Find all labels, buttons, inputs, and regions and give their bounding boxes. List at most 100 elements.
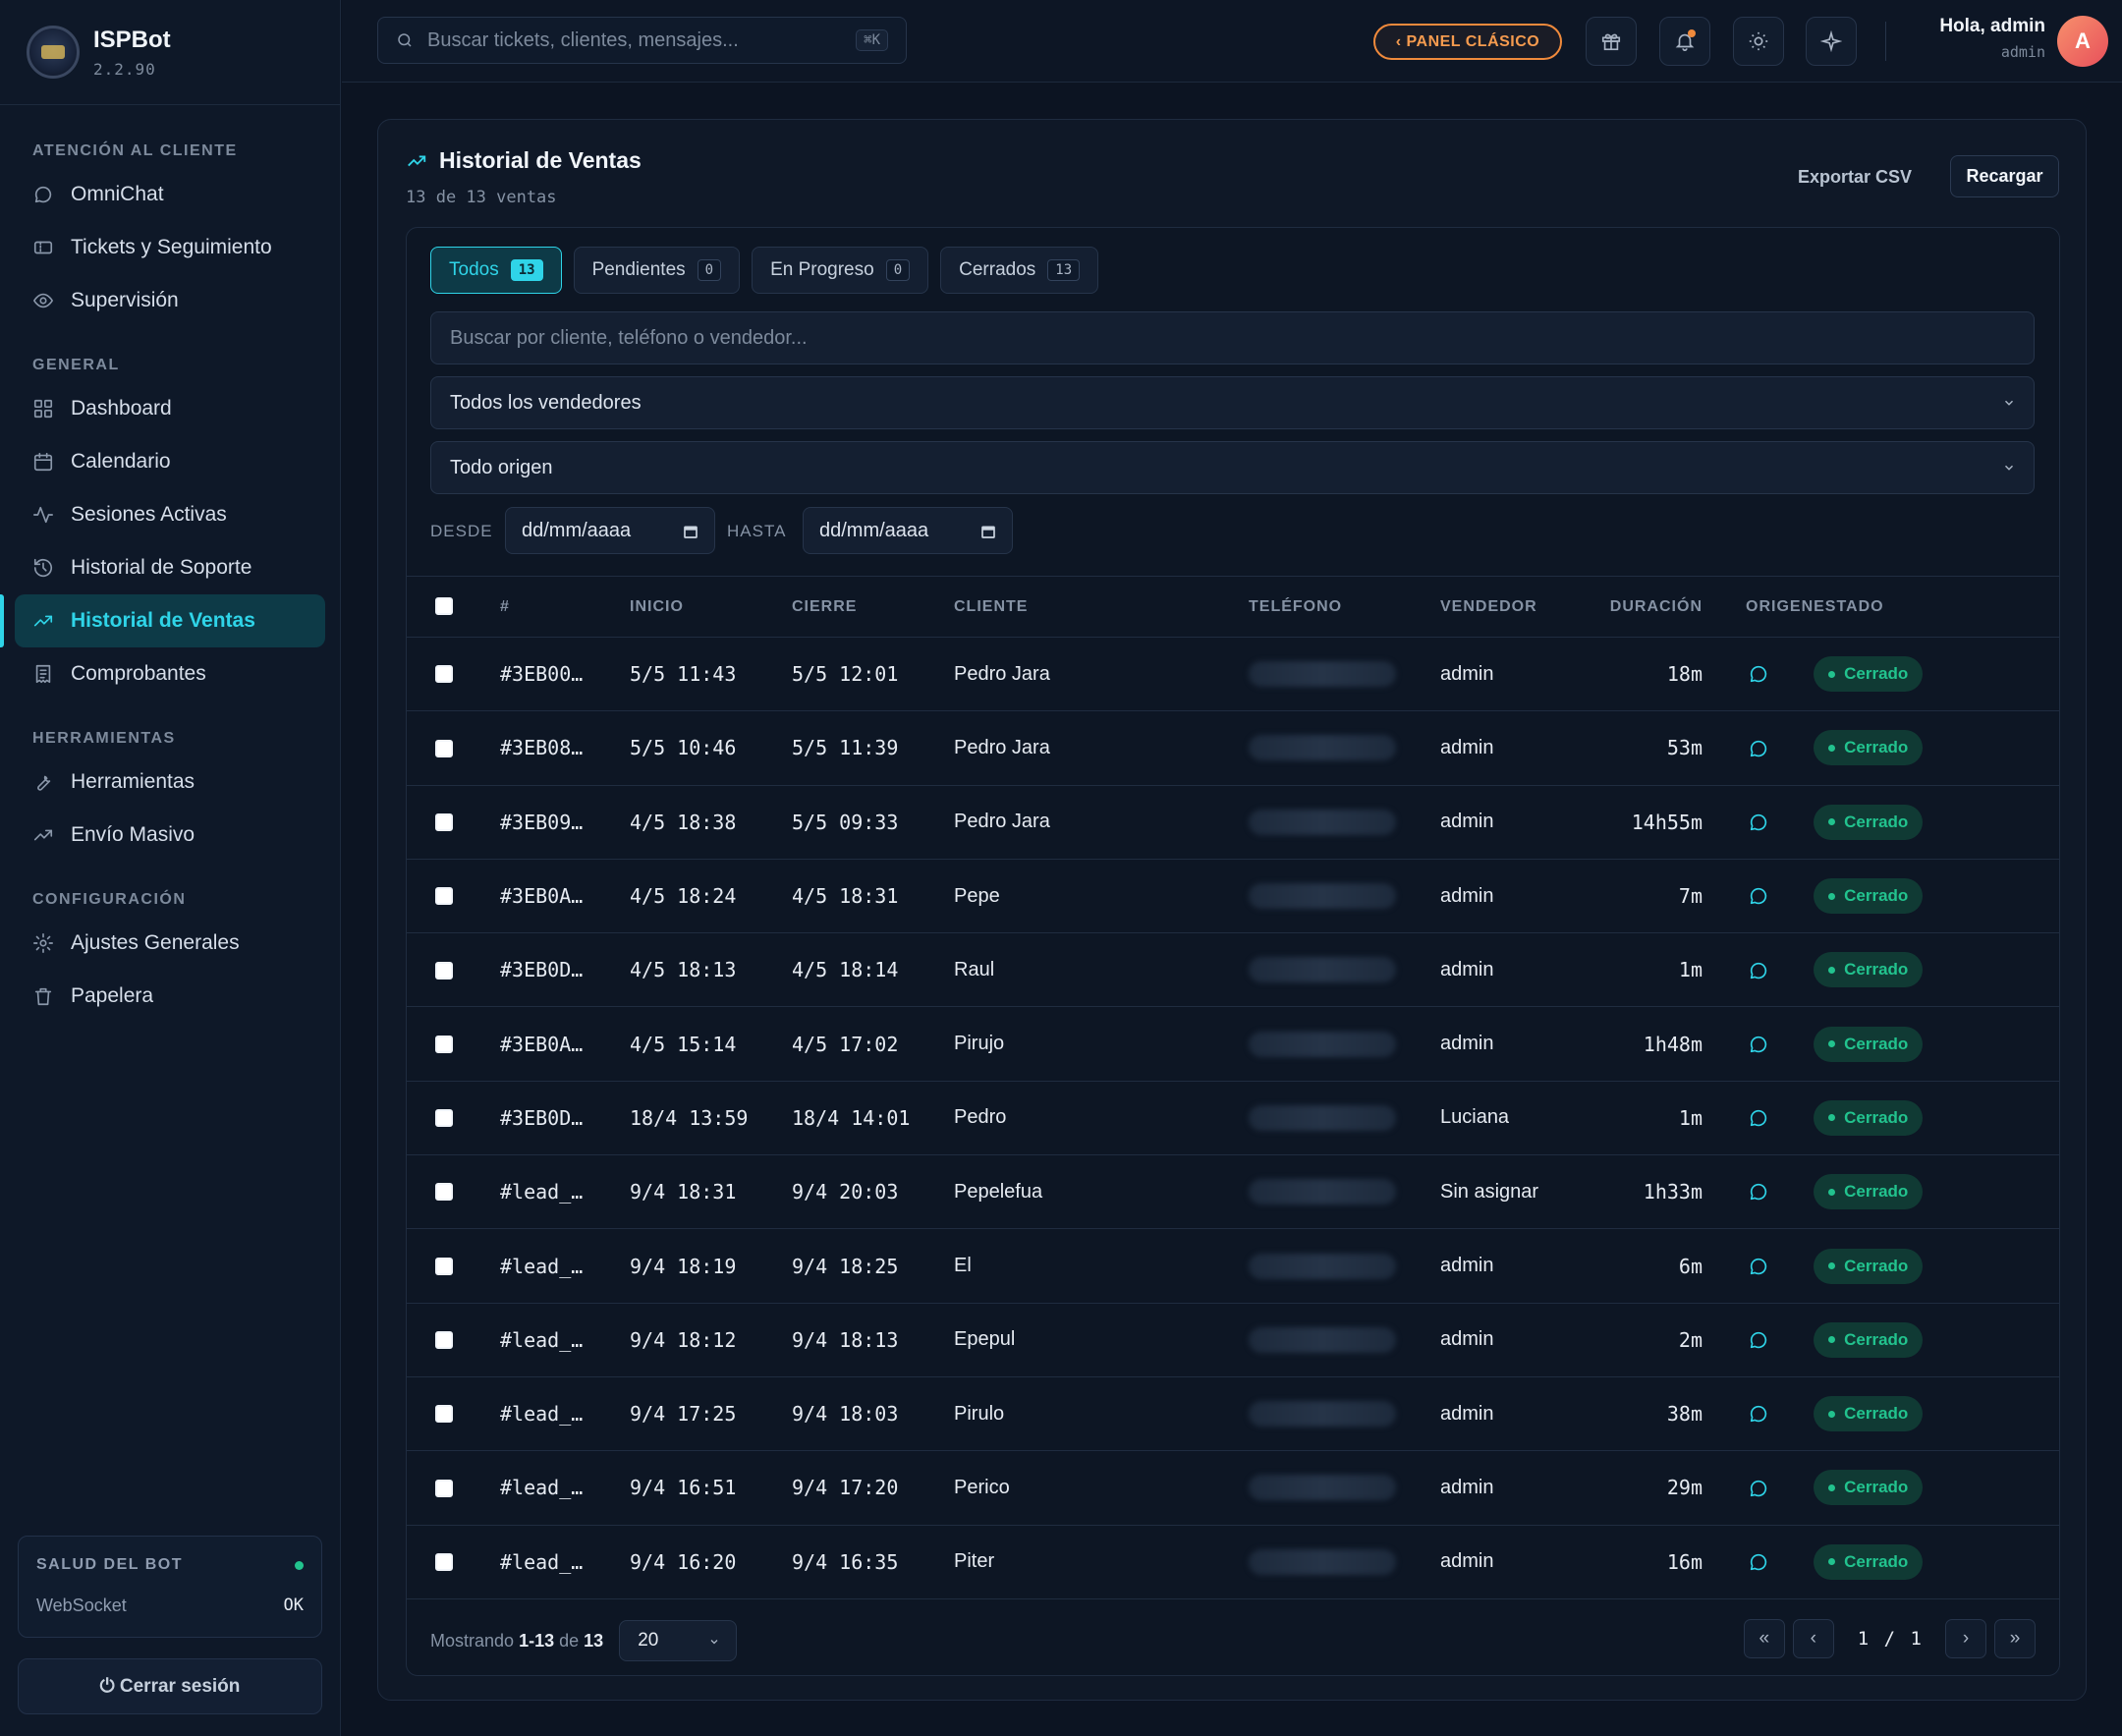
col-origin[interactable]: ORIGEN [1703,576,1815,638]
sidebar-item-dashboard[interactable]: Dashboard [15,382,325,435]
chat-bubble-icon[interactable] [1748,1329,1769,1351]
gift-button[interactable] [1586,17,1637,66]
sale-id[interactable]: #3EB0D… [500,932,630,1008]
chat-bubble-icon[interactable] [1748,663,1769,685]
vendor-select[interactable]: Todos los vendedores [430,376,2035,429]
table-row[interactable]: #3EB0D… 18/4 13:59 18/4 14:01 Pedro Luciana 1… [407,1081,2059,1156]
sale-id[interactable]: #3EB09… [500,785,630,860]
chat-bubble-icon[interactable] [1748,1034,1769,1055]
row-checkbox[interactable] [435,1552,453,1571]
col-seller[interactable]: VENDEDOR [1440,576,1602,638]
per-page-select[interactable]: 20 [619,1620,738,1661]
sale-id[interactable]: #lead_… [500,1303,630,1377]
sidebar-item-ajustes-generales[interactable]: Ajustes Generales [15,917,325,970]
brand[interactable]: ISPBot 2.2.90 [0,0,340,105]
col-duration[interactable]: DURACIÓN [1602,576,1703,638]
avatar[interactable]: A [2057,16,2108,67]
date-from-input[interactable]: dd/mm/aaaa [505,507,715,554]
row-checkbox[interactable] [435,1405,453,1424]
table-row[interactable]: #lead_… 9/4 16:51 9/4 17:20 Perico admin 29m C… [407,1450,2059,1526]
row-checkbox[interactable] [435,665,453,684]
chat-bubble-icon[interactable] [1748,738,1769,759]
chat-bubble-icon[interactable] [1748,1478,1769,1499]
sidebar-item-omnichat[interactable]: OmniChat [15,168,325,221]
chat-bubble-icon[interactable] [1748,1403,1769,1425]
first-page-button[interactable]: « [1743,1619,1785,1658]
chat-bubble-icon[interactable] [1748,885,1769,907]
logout-button[interactable]: ⏻ Cerrar sesión [18,1658,322,1714]
sidebar-item-historial-de-soporte[interactable]: Historial de Soporte [15,541,325,594]
tab-en-progreso[interactable]: En Progreso 0 [752,247,929,294]
reload-button[interactable]: Recargar [1950,155,2059,197]
row-checkbox[interactable] [435,739,453,757]
filter-search-input[interactable] [450,326,2015,350]
sidebar-item-herramientas[interactable]: Herramientas [15,756,325,809]
tab-pendientes[interactable]: Pendientes 0 [573,247,741,294]
table-row[interactable]: #lead_… 9/4 18:31 9/4 20:03 Pepelefua Sin as… [407,1154,2059,1230]
calendar-icon[interactable] [980,524,996,539]
sale-id[interactable]: #lead_… [500,1525,630,1599]
user-info[interactable]: Hola, admin admin [1898,16,2045,61]
select-all-checkbox[interactable] [435,597,453,616]
table-row[interactable]: #lead_… 9/4 18:12 9/4 18:13 Epepul admin 2m Ce… [407,1303,2059,1377]
row-checkbox[interactable] [435,1479,453,1497]
chat-bubble-icon[interactable] [1748,1551,1769,1573]
notifications-button[interactable] [1659,17,1710,66]
col-id[interactable]: # [500,576,630,638]
table-row[interactable]: #3EB08… 5/5 10:46 5/5 11:39 Pedro Jara admin… [407,710,2059,786]
sale-id[interactable]: #3EB0A… [500,859,630,934]
col-start[interactable]: INICIO [630,576,792,638]
col-client[interactable]: CLIENTE [954,576,1249,638]
sidebar-item-supervision[interactable]: Supervisión [15,274,325,327]
export-csv-button[interactable]: Exportar CSV [1798,167,1912,188]
origin-select[interactable]: Todo origen [430,441,2035,494]
chat-bubble-icon[interactable] [1748,1107,1769,1129]
col-status[interactable]: ESTADO [1814,576,2059,638]
tab-todos[interactable]: Todos 13 [430,247,562,294]
sidebar-item-papelera[interactable]: Papelera [15,970,325,1023]
row-checkbox[interactable] [435,1257,453,1275]
table-row[interactable]: #lead_… 9/4 17:25 9/4 18:03 Pirulo admin 38m C… [407,1376,2059,1452]
sale-id[interactable]: #3EB0A… [500,1006,630,1082]
col-end[interactable]: CIERRE [792,576,954,638]
row-checkbox[interactable] [435,1331,453,1350]
row-checkbox[interactable] [435,812,453,831]
global-search[interactable]: ⌘K [377,17,907,64]
theme-toggle-button[interactable] [1733,17,1784,66]
table-row[interactable]: #3EB0A… 4/5 18:24 4/5 18:31 Pepe admin 7m Cerr… [407,859,2059,934]
calendar-icon[interactable] [683,524,698,539]
sale-id[interactable]: #3EB08… [500,710,630,786]
sidebar-item-calendario[interactable]: Calendario [15,435,325,488]
sidebar-item-comprobantes[interactable]: Comprobantes [15,647,325,700]
row-checkbox[interactable] [435,1109,453,1128]
sale-id[interactable]: #3EB0D… [500,1081,630,1156]
chat-bubble-icon[interactable] [1748,1181,1769,1203]
sale-id[interactable]: #lead_… [500,1228,630,1304]
row-checkbox[interactable] [435,1183,453,1202]
sidebar-item-envio-masivo[interactable]: Envío Masivo [15,809,325,862]
sidebar-item-historial-de-ventas[interactable]: Historial de Ventas [0,594,325,647]
chat-bubble-icon[interactable] [1748,812,1769,833]
tab-cerrados[interactable]: Cerrados 13 [940,247,1099,294]
global-search-input[interactable] [427,28,857,52]
table-row[interactable]: #lead_… 9/4 18:19 9/4 18:25 El admin 6m Cerrad… [407,1228,2059,1304]
sidebar-item-sesiones-activas[interactable]: Sesiones Activas [15,488,325,541]
chat-bubble-icon[interactable] [1748,960,1769,981]
sale-id[interactable]: #3EB00… [500,637,630,712]
assistant-button[interactable] [1806,17,1857,66]
filter-search-field[interactable] [430,311,2035,364]
row-checkbox[interactable] [435,961,453,980]
col-phone[interactable]: TELÉFONO [1249,576,1440,638]
row-checkbox[interactable] [435,1035,453,1053]
sale-id[interactable]: #lead_… [500,1450,630,1526]
date-to-input[interactable]: dd/mm/aaaa [803,507,1013,554]
next-page-button[interactable]: › [1945,1619,1986,1658]
classic-panel-button[interactable]: ‹ PANEL CLÁSICO [1373,24,1562,60]
table-row[interactable]: #3EB00… 5/5 11:43 5/5 12:01 Pedro Jara admin… [407,637,2059,712]
table-row[interactable]: #lead_… 9/4 16:20 9/4 16:35 Piter admin 16m Ce… [407,1525,2059,1599]
sidebar-item-tickets-y-seguimiento[interactable]: Tickets y Seguimiento [15,221,325,274]
table-row[interactable]: #3EB0A… 4/5 15:14 4/5 17:02 Pirujo admin 1h48… [407,1006,2059,1082]
sale-id[interactable]: #lead_… [500,1376,630,1452]
table-row[interactable]: #3EB09… 4/5 18:38 5/5 09:33 Pedro Jara admin… [407,785,2059,860]
row-checkbox[interactable] [435,887,453,906]
